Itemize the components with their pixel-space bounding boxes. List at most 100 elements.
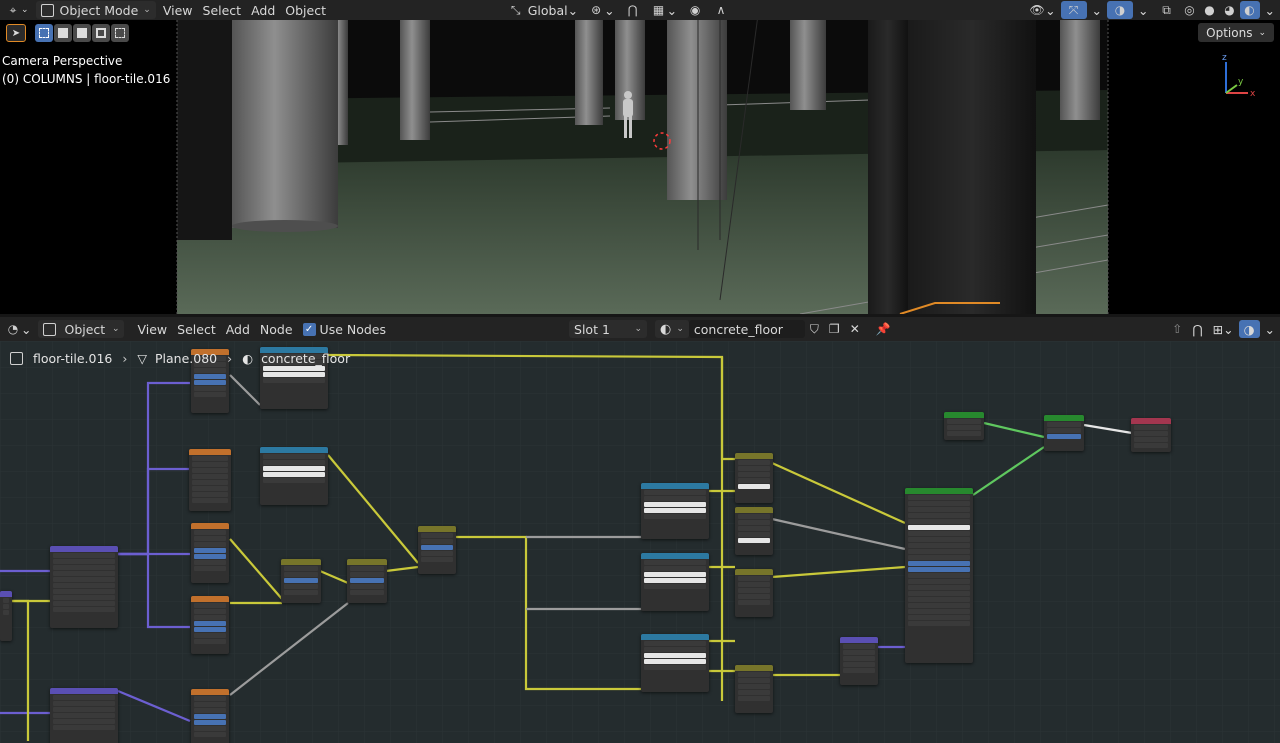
node-socket-row[interactable] [53, 565, 115, 570]
node-header[interactable] [281, 559, 321, 565]
node-socket-row[interactable] [908, 555, 970, 560]
node-header[interactable] [840, 637, 878, 643]
shader-node[interactable] [944, 412, 984, 440]
node-header[interactable] [189, 449, 231, 455]
node-socket-row[interactable] [194, 374, 226, 379]
shading-solid[interactable]: ● [1200, 1, 1220, 19]
node-socket-row[interactable] [738, 514, 770, 519]
editor-type-button[interactable]: ⌖ ⌄ [0, 1, 34, 19]
node-socket-row[interactable] [908, 609, 970, 614]
node-socket-row[interactable] [350, 584, 384, 589]
unlink-material-button[interactable]: ✕ [845, 320, 865, 338]
shader-node[interactable] [347, 559, 387, 603]
node-socket-row[interactable] [194, 720, 226, 725]
node-socket-row[interactable] [263, 460, 325, 465]
node-socket-row[interactable] [53, 595, 115, 600]
node-socket-row[interactable] [908, 549, 970, 554]
shading-rendered[interactable]: ◐ [1239, 1, 1260, 19]
node-socket-row[interactable] [53, 577, 115, 582]
node-header[interactable] [1131, 418, 1171, 424]
node-socket-row[interactable] [194, 633, 226, 638]
node-socket-row[interactable] [908, 585, 970, 590]
node-socket-row[interactable] [192, 480, 228, 485]
node-socket-row[interactable] [421, 551, 453, 556]
shader-node[interactable] [189, 449, 231, 511]
node-socket-row[interactable] [3, 604, 9, 609]
node-socket-row[interactable] [194, 627, 226, 632]
node-header[interactable] [735, 569, 773, 575]
node-socket-row[interactable] [644, 653, 706, 658]
shader-node[interactable] [735, 665, 773, 713]
material-browse-button[interactable]: ◐ ⌄ [655, 320, 689, 338]
node-socket-row[interactable] [738, 576, 770, 581]
shader-node[interactable] [641, 483, 709, 539]
node-socket-row[interactable] [908, 597, 970, 602]
node-socket-row[interactable] [908, 573, 970, 578]
node-socket-row[interactable] [908, 531, 970, 536]
node-socket-row[interactable] [843, 644, 875, 649]
node-socket-row[interactable] [644, 508, 706, 513]
node-snap-element[interactable]: ⊞ ⌄ [1208, 320, 1239, 338]
shader-node[interactable] [0, 591, 12, 641]
node-socket-row[interactable] [192, 498, 228, 503]
node-header[interactable] [50, 688, 118, 694]
node-socket-row[interactable] [192, 474, 228, 479]
node-socket-row[interactable] [644, 641, 706, 646]
fake-user-button[interactable]: ⛉ [805, 320, 824, 338]
node-socket-row[interactable] [947, 431, 981, 436]
node-socket-row[interactable] [644, 490, 706, 495]
node-socket-row[interactable] [53, 601, 115, 606]
node-editor-canvas[interactable]: floor-tile.016 › ▽ Plane.080 › ◐ concret… [0, 341, 1280, 743]
node-header[interactable] [905, 488, 973, 494]
node-header[interactable] [191, 596, 229, 602]
node-socket-row[interactable] [194, 548, 226, 553]
node-socket-row[interactable] [350, 566, 384, 571]
node-socket-row[interactable] [194, 702, 226, 707]
node-socket-row[interactable] [1047, 434, 1081, 439]
node-socket-row[interactable] [738, 520, 770, 525]
node-header[interactable] [735, 453, 773, 459]
node-socket-row[interactable] [908, 567, 970, 572]
node-socket-row[interactable] [192, 456, 228, 461]
node-header[interactable] [641, 634, 709, 640]
shader-node[interactable] [191, 689, 229, 743]
shader-node[interactable] [735, 453, 773, 503]
overlays-toggle[interactable]: ◑ [1107, 1, 1134, 19]
node-socket-row[interactable] [194, 603, 226, 608]
select-mode-extend[interactable] [54, 24, 72, 42]
node-socket-row[interactable] [421, 557, 453, 562]
menu-view[interactable]: View [158, 1, 198, 19]
node-socket-row[interactable] [194, 732, 226, 737]
node-socket-row[interactable] [192, 468, 228, 473]
node-header[interactable] [735, 507, 773, 513]
node-socket-row[interactable] [263, 454, 325, 459]
node-snap-toggle[interactable]: ⋂ [1187, 320, 1207, 338]
transform-orientation-dropdown[interactable]: ⤡ Global ⌄ [503, 1, 583, 19]
node-socket-row[interactable] [263, 378, 325, 383]
select-mode-intersect[interactable] [111, 24, 129, 42]
node-header[interactable] [191, 523, 229, 529]
snap-target-button[interactable]: ▦ ⌄ [646, 1, 682, 19]
node-socket-row[interactable] [284, 572, 318, 577]
node-socket-row[interactable] [843, 668, 875, 673]
node-socket-row[interactable] [644, 560, 706, 565]
node-socket-row[interactable] [421, 533, 453, 538]
node-socket-row[interactable] [53, 701, 115, 706]
node-socket-row[interactable] [908, 603, 970, 608]
axis-gizmo[interactable]: z x y [1222, 53, 1256, 99]
node-editor-type-button[interactable]: ◔ ⌄ [0, 320, 36, 338]
node-socket-row[interactable] [1134, 437, 1168, 442]
node-socket-row[interactable] [644, 659, 706, 664]
pivot-point-button[interactable]: ⊛ ⌄ [583, 1, 619, 19]
node-socket-row[interactable] [738, 690, 770, 695]
shader-node[interactable] [641, 634, 709, 692]
node-socket-row[interactable] [738, 684, 770, 689]
node-socket-row[interactable] [908, 561, 970, 566]
menu-object[interactable]: Object [280, 1, 331, 19]
node-socket-row[interactable] [738, 672, 770, 677]
node-socket-row[interactable] [194, 609, 226, 614]
node-socket-row[interactable] [644, 566, 706, 571]
node-socket-row[interactable] [1134, 425, 1168, 430]
node-socket-row[interactable] [644, 572, 706, 577]
node-menu-add[interactable]: Add [221, 320, 255, 338]
